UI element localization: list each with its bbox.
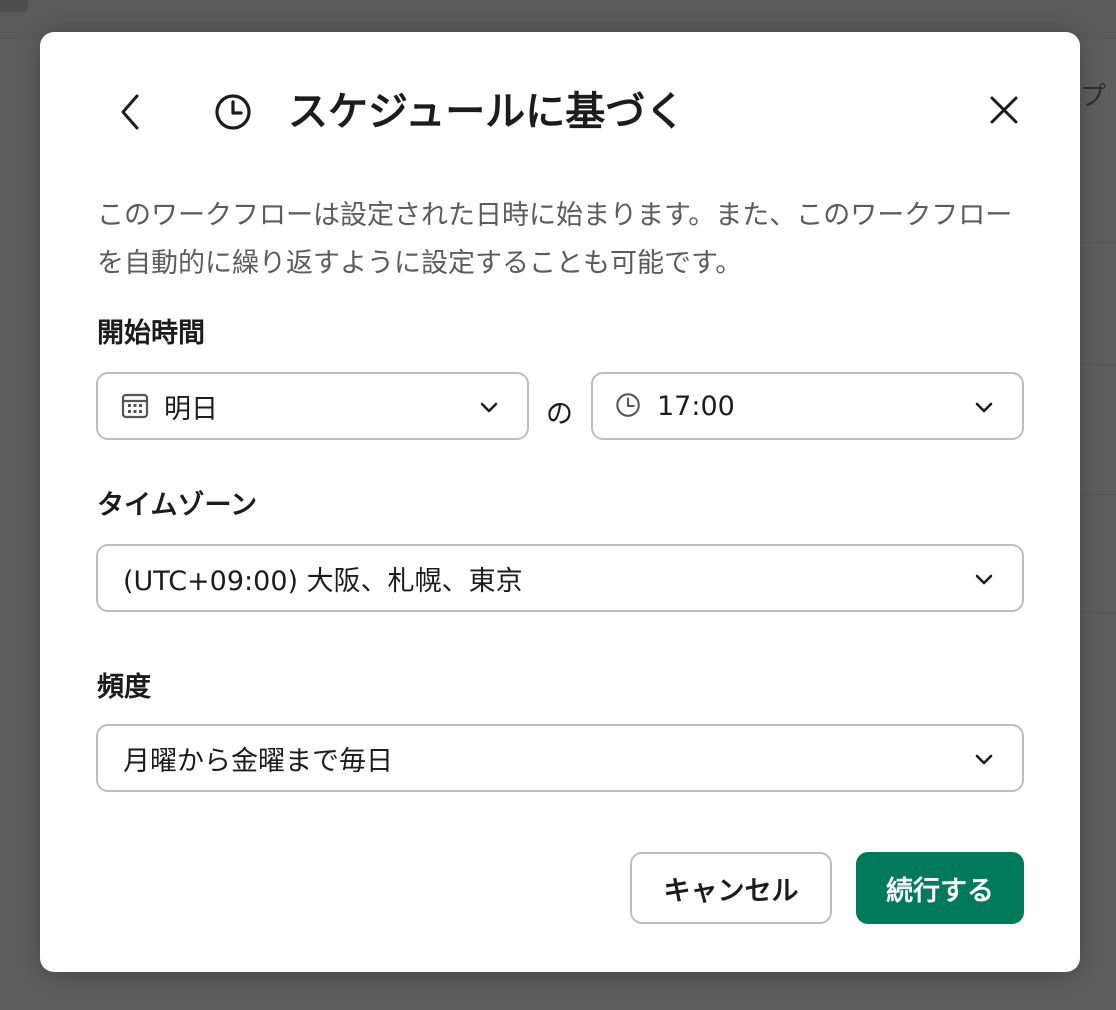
schedule-dialog: スケジュールに基づく このワークフローは設定された日時に始まります。また、このワ… xyxy=(40,32,1080,972)
timezone-label: タイムゾーン xyxy=(97,490,258,521)
calendar-icon xyxy=(121,393,149,419)
frequency-label: 頻度 xyxy=(97,672,151,703)
close-icon xyxy=(990,96,1018,124)
background-divider xyxy=(1080,612,1116,613)
timezone-select[interactable]: (UTC+09:00) 大阪、札幌、東京 xyxy=(96,544,1024,612)
background-side-text: プ xyxy=(1080,82,1107,112)
date-time-connector: の xyxy=(546,399,573,430)
date-value: 明日 xyxy=(164,393,218,425)
dialog-title: スケジュールに基づく xyxy=(288,89,686,135)
back-button[interactable] xyxy=(110,90,150,134)
cancel-button[interactable]: キャンセル xyxy=(630,852,832,924)
chevron-down-icon xyxy=(975,754,993,765)
frequency-value: 月曜から金曜まで毎日 xyxy=(123,745,393,777)
clock-icon xyxy=(616,393,640,417)
chevron-down-icon xyxy=(975,402,993,413)
dialog-description: このワークフローは設定された日時に始まります。また、このワークフローを自動的に繰… xyxy=(97,200,1013,279)
start-time-label: 開始時間 xyxy=(97,318,205,349)
continue-button[interactable]: 続行する xyxy=(856,852,1024,924)
clock-icon xyxy=(215,94,251,130)
chevron-down-icon xyxy=(480,402,498,413)
frequency-select[interactable]: 月曜から金曜まで毎日 xyxy=(96,724,1024,792)
chevron-left-icon xyxy=(121,94,139,130)
time-value: 17:00 xyxy=(657,390,735,422)
background-divider xyxy=(1080,494,1116,495)
chevron-down-icon xyxy=(975,574,993,585)
date-select[interactable]: 明日 xyxy=(96,372,529,440)
close-button[interactable] xyxy=(984,90,1024,130)
background-divider xyxy=(1080,242,1116,243)
timezone-value: (UTC+09:00) 大阪、札幌、東京 xyxy=(123,565,523,597)
background-chip xyxy=(0,0,28,12)
background-divider xyxy=(1080,364,1116,365)
time-select[interactable]: 17:00 xyxy=(591,372,1024,440)
